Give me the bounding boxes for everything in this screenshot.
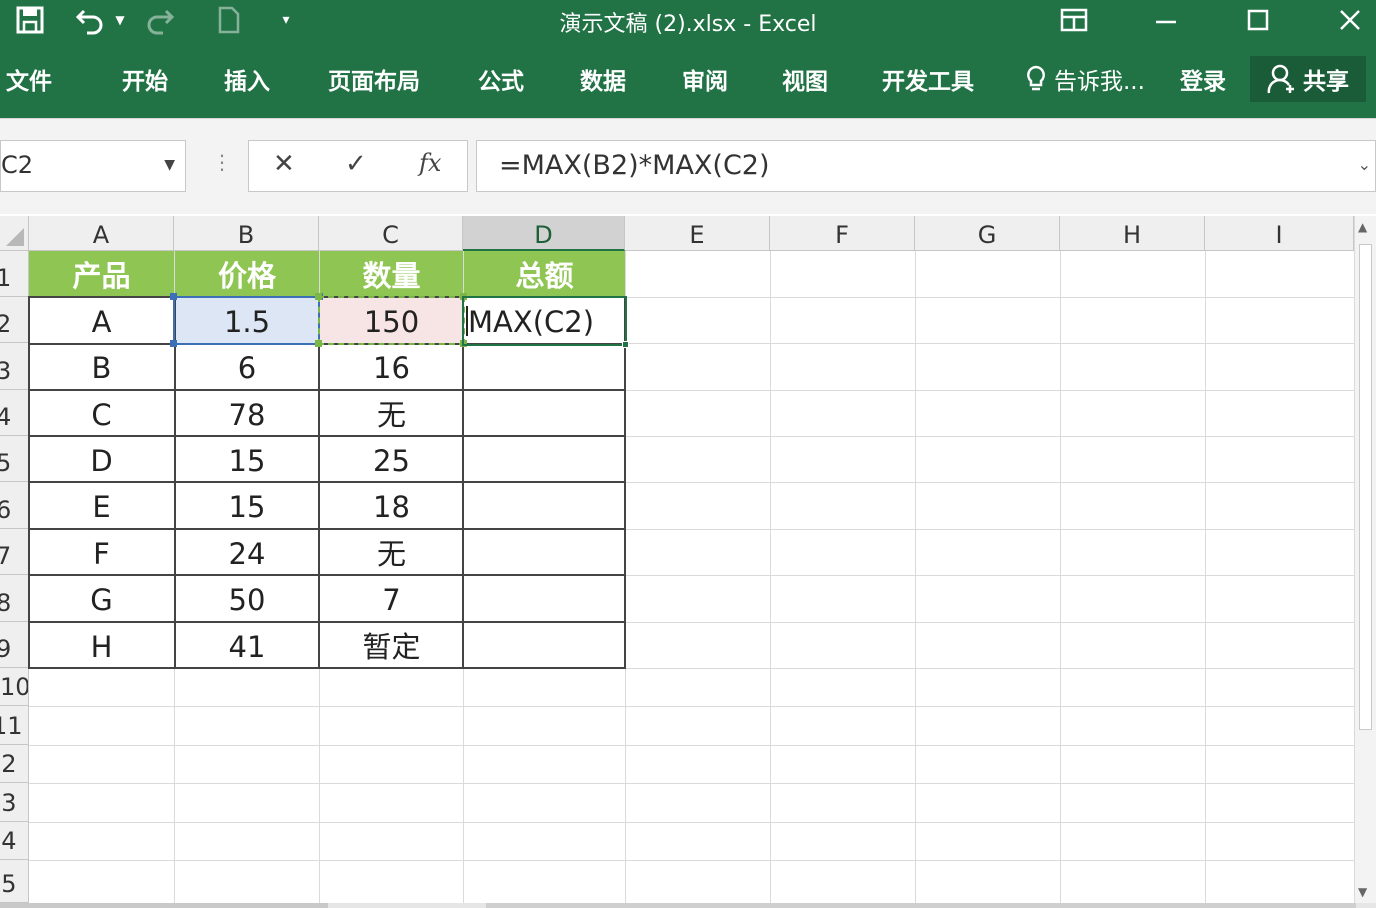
row-header-3[interactable]: 3 [0, 343, 29, 390]
tab-page-layout[interactable]: 页面布局 [328, 62, 420, 96]
scroll-down-icon[interactable]: ▼ [1358, 885, 1367, 899]
row-header-6[interactable]: 6 [0, 482, 29, 529]
vertical-scrollbar[interactable]: ▲ ▼ [1354, 216, 1376, 903]
horizontal-scrollbar[interactable] [0, 903, 1376, 908]
tab-developer[interactable]: 开发工具 [882, 62, 974, 96]
scroll-up-icon[interactable]: ▲ [1358, 220, 1367, 234]
name-box[interactable]: C2 ▼ [0, 140, 186, 192]
tab-view[interactable]: 视图 [782, 62, 828, 96]
name-box-value: C2 [1, 151, 34, 179]
reference-b2-outline [173, 296, 320, 345]
enter-icon[interactable]: ✓ [345, 149, 367, 179]
tab-file[interactable]: 文件 [6, 62, 52, 96]
vertical-scroll-thumb[interactable] [1359, 244, 1372, 730]
column-header-h[interactable]: H [1060, 216, 1205, 251]
formula-text: =MAX(B2)*MAX(C2) [499, 150, 770, 181]
formula-input[interactable]: =MAX(B2)*MAX(C2) ⌄ [476, 140, 1376, 192]
row-header-5[interactable]: 5 [0, 436, 29, 482]
row-header-12[interactable]: 12 [0, 745, 29, 783]
chevron-down-icon[interactable]: ▼ [164, 157, 175, 173]
sheet-tabs-area [0, 903, 328, 908]
user-icon [1267, 64, 1294, 94]
insert-function-icon[interactable]: fx [419, 149, 441, 177]
column-header-g[interactable]: G [915, 216, 1060, 251]
login-link[interactable]: 登录 [1180, 62, 1226, 96]
reference-c2-outline [318, 296, 465, 345]
tab-insert[interactable]: 插入 [224, 62, 270, 96]
tell-me-label: 告诉我... [1054, 69, 1145, 95]
tab-home[interactable]: 开始 [122, 62, 168, 96]
row-header-11[interactable]: 11 [0, 706, 29, 745]
select-all-button[interactable] [0, 216, 29, 251]
row-header-15[interactable]: 15 [0, 860, 29, 903]
row-header-9[interactable]: 9 [0, 622, 29, 668]
fill-handle[interactable] [622, 341, 629, 348]
row-header-14[interactable]: 14 [0, 822, 29, 860]
tell-me-box[interactable]: 告诉我... [1026, 62, 1145, 96]
header-cell-quantity[interactable]: 数量 [320, 251, 463, 297]
expand-formula-icon[interactable]: ⌄ [1358, 155, 1371, 174]
share-button[interactable]: 共享 [1250, 56, 1366, 102]
header-cell-total[interactable]: 总额 [464, 251, 625, 297]
cancel-icon[interactable]: ✕ [273, 149, 295, 179]
close-icon[interactable] [1320, 0, 1376, 40]
row-header-4[interactable]: 4 [0, 390, 29, 436]
share-label: 共享 [1303, 69, 1349, 95]
title-bar: ▼ ▾ 演示文稿 (2).xlsx - Excel [0, 0, 1376, 50]
horizontal-scroll-thumb[interactable] [486, 903, 1356, 908]
column-header-b[interactable]: B [174, 216, 319, 251]
active-cell-outline [462, 296, 627, 346]
column-header-i[interactable]: I [1205, 216, 1354, 251]
header-cell-price[interactable]: 价格 [175, 251, 319, 297]
column-header-c[interactable]: C [319, 216, 463, 251]
ribbon-tabs: 文件 开始 插入 页面布局 公式 数据 审阅 视图 开发工具 告诉我... 登录… [0, 50, 1376, 118]
column-header-a[interactable]: A [29, 216, 174, 251]
row-header-1[interactable]: 1 [0, 251, 29, 297]
row-header-7[interactable]: 7 [0, 529, 29, 575]
header-cell-product[interactable]: 产品 [29, 251, 174, 297]
row-header-13[interactable]: 13 [0, 783, 29, 822]
drag-handle-icon[interactable]: ⋮ [212, 150, 232, 174]
formula-buttons: ✕ ✓ fx [248, 140, 468, 192]
tab-review[interactable]: 审阅 [682, 62, 728, 96]
column-header-f[interactable]: F [770, 216, 915, 251]
column-header-d[interactable]: D [463, 216, 625, 251]
select-all-icon [6, 228, 24, 246]
lightbulb-icon [1027, 65, 1045, 91]
ribbon-display-icon[interactable] [1044, 0, 1104, 40]
column-header-e[interactable]: E [625, 216, 770, 251]
edit-cursor [466, 306, 468, 336]
row-header-10[interactable]: 10 [0, 668, 29, 706]
tab-data[interactable]: 数据 [580, 62, 626, 96]
maximize-icon[interactable] [1228, 0, 1288, 40]
row-header-2[interactable]: 2 [0, 297, 29, 343]
tab-formulas[interactable]: 公式 [478, 62, 524, 96]
row-header-8[interactable]: 8 [0, 575, 29, 622]
minimize-icon[interactable] [1136, 0, 1196, 40]
